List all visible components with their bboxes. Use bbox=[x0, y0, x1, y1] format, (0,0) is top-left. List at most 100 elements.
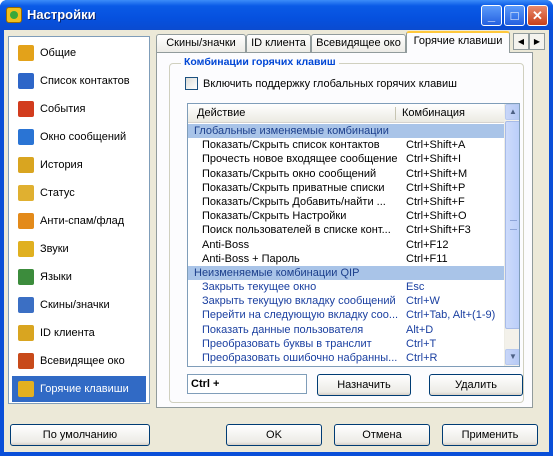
table-row[interactable]: Преобразовать буквы в транслит Ctrl+T bbox=[188, 337, 504, 351]
minimize-button[interactable]: _ bbox=[481, 5, 502, 26]
row-combination: Ctrl+F11 bbox=[406, 252, 448, 265]
contact-list-icon bbox=[18, 73, 34, 89]
row-combination: Ctrl+Shift+O bbox=[406, 210, 467, 223]
row-combination: Ctrl+Shift+F3 bbox=[406, 224, 471, 237]
table-row[interactable]: Anti-Boss Ctrl+F12 bbox=[188, 238, 504, 252]
table-row[interactable]: Преобразовать ошибочно набранны... Ctrl+R bbox=[188, 351, 504, 365]
row-action: Показать/Скрыть окно сообщений bbox=[202, 167, 377, 180]
sidebar-item-label: Общие bbox=[40, 47, 77, 59]
status-icon bbox=[18, 185, 34, 201]
table-row[interactable]: Показать данные пользователя Alt+D bbox=[188, 323, 504, 337]
sidebar-item-label: Всевидящее око bbox=[40, 355, 125, 367]
row-action: Anti-Boss bbox=[202, 238, 250, 251]
tab-scroll-right-icon[interactable]: ▶ bbox=[529, 33, 545, 50]
row-action: Показать/Скрыть Добавить/найти ... bbox=[202, 195, 386, 208]
apply-button[interactable]: Применить bbox=[442, 424, 538, 446]
row-action: Прочесть новое входящее сообщение bbox=[202, 153, 398, 166]
row-combination: Ctrl+Shift+M bbox=[406, 167, 468, 180]
row-combination: Alt+D bbox=[406, 323, 434, 336]
list-group-header[interactable]: Неизменяемые комбинации QIP bbox=[188, 265, 504, 281]
sidebar-item[interactable]: История bbox=[12, 152, 146, 178]
global-hotkeys-option[interactable]: Включить поддержку глобальных горячих кл… bbox=[185, 77, 457, 90]
sidebar-item-label: Окно сообщений bbox=[40, 131, 127, 143]
sidebar-item[interactable]: Список контактов bbox=[12, 68, 146, 94]
table-row[interactable]: Показать/Скрыть список контактов Ctrl+Shi… bbox=[188, 138, 504, 152]
row-action: Неизменяемые комбинации QIP bbox=[194, 266, 360, 279]
column-action[interactable]: Действие bbox=[197, 107, 245, 119]
global-hotkeys-checkbox[interactable] bbox=[185, 77, 198, 90]
table-row[interactable]: Закрыть текущую вкладку сообщений Ctrl+W bbox=[188, 294, 504, 308]
table-row[interactable]: Показать/Скрыть окно сообщений Ctrl+Shift… bbox=[188, 167, 504, 181]
hotkeys-icon bbox=[18, 381, 34, 397]
scroll-down-icon[interactable]: ▼ bbox=[505, 349, 519, 365]
ok-button[interactable]: OK bbox=[226, 424, 322, 446]
table-row[interactable]: Показать/Скрыть Добавить/найти ... Ctrl+S… bbox=[188, 195, 504, 209]
tab-client-id[interactable]: ID клиента bbox=[246, 34, 311, 52]
sidebar-item[interactable]: Языки bbox=[12, 264, 146, 290]
window-title: Настройки bbox=[27, 7, 96, 22]
sidebar-item[interactable]: Всевидящее око bbox=[12, 348, 146, 374]
row-combination: Esc bbox=[406, 281, 425, 294]
scroll-thumb[interactable] bbox=[505, 121, 519, 329]
column-combination[interactable]: Комбинация bbox=[402, 107, 465, 119]
table-row[interactable]: Установить последнее полученное с... Ctrl… bbox=[188, 365, 504, 366]
antispam-icon bbox=[18, 213, 34, 229]
sidebar-item[interactable]: ID клиента bbox=[12, 320, 146, 346]
row-action: Закрыть текущую вкладку сообщений bbox=[202, 295, 396, 308]
row-combination: Ctrl+Shift+A bbox=[406, 139, 466, 152]
sidebar-item[interactable]: Окно сообщений bbox=[12, 124, 146, 150]
sidebar-item-label: Языки bbox=[40, 271, 72, 283]
sidebar-item[interactable]: Горячие клавиши bbox=[12, 376, 146, 402]
list-group-header[interactable]: Глобальные изменяемые комбинации bbox=[188, 124, 504, 139]
defaults-button[interactable]: По умолчанию bbox=[10, 424, 150, 446]
hotkeys-list[interactable]: Действие Комбинация Глобальные изменяемы… bbox=[187, 103, 520, 367]
row-action: Показать/Скрыть приватные списки bbox=[202, 181, 385, 194]
global-hotkeys-label: Включить поддержку глобальных горячих кл… bbox=[203, 77, 457, 90]
hotkey-input[interactable]: Ctrl + bbox=[187, 374, 307, 394]
sidebar-item-label: Горячие клавиши bbox=[40, 383, 129, 395]
tab-hotkeys[interactable]: Горячие клавиши bbox=[406, 31, 510, 53]
maximize-button[interactable]: □ bbox=[504, 5, 525, 26]
row-combination: Ctrl+Q bbox=[406, 365, 502, 366]
sidebar-item[interactable]: События bbox=[12, 96, 146, 122]
table-row[interactable]: Закрыть текущее окно Esc bbox=[188, 280, 504, 294]
history-icon bbox=[18, 157, 34, 173]
table-row[interactable]: Anti-Boss + Пароль Ctrl+F11 bbox=[188, 252, 504, 266]
sidebar-item[interactable]: Анти-спам/флад bbox=[12, 208, 146, 234]
list-scrollbar[interactable]: ▲ ▼ bbox=[504, 104, 519, 366]
hotkeys-panel: Комбинации горячих клавиш Включить подде… bbox=[156, 52, 533, 408]
row-combination: Ctrl+W bbox=[406, 295, 440, 308]
row-combination: Ctrl+F12 bbox=[406, 238, 449, 251]
sidebar-item[interactable]: Статус bbox=[12, 180, 146, 206]
sidebar-item-label: Звуки bbox=[40, 243, 69, 255]
tab-skins[interactable]: Скины/значки bbox=[156, 34, 246, 52]
tab-scroll-left-icon[interactable]: ◀ bbox=[513, 33, 529, 50]
tab-strip: Скины/значки ID клиента Всевидящее око Г… bbox=[152, 30, 549, 53]
sidebar-item[interactable]: Звуки bbox=[12, 236, 146, 262]
general-icon bbox=[18, 45, 34, 61]
sidebar-item[interactable]: Общие bbox=[12, 40, 146, 66]
tab-all-seeing-eye[interactable]: Всевидящее око bbox=[311, 34, 406, 52]
sidebar-item-label: Статус bbox=[40, 187, 75, 199]
skins-icon bbox=[18, 297, 34, 313]
title-bar[interactable]: Настройки _ □ ✕ bbox=[0, 0, 553, 30]
table-row[interactable]: Показать/Скрыть Настройки Ctrl+Shift+O bbox=[188, 209, 504, 223]
sidebar-item-label: Анти-спам/флад bbox=[40, 215, 125, 227]
cancel-button[interactable]: Отмена bbox=[334, 424, 430, 446]
row-action: Показать/Скрыть список контактов bbox=[202, 139, 380, 152]
delete-button[interactable]: Удалить bbox=[429, 374, 523, 396]
events-icon bbox=[18, 101, 34, 117]
table-row[interactable]: Прочесть новое входящее сообщение Ctrl+Sh… bbox=[188, 152, 504, 166]
scroll-up-icon[interactable]: ▲ bbox=[505, 104, 519, 120]
table-row[interactable]: Показать/Скрыть приватные списки Ctrl+Shi… bbox=[188, 181, 504, 195]
close-button[interactable]: ✕ bbox=[527, 5, 548, 26]
assign-button[interactable]: Назначить bbox=[317, 374, 411, 396]
row-combination: Ctrl+Shift+P bbox=[406, 181, 466, 194]
languages-icon bbox=[18, 269, 34, 285]
table-row[interactable]: Перейти на следующую вкладку соо... Ctrl+… bbox=[188, 308, 504, 322]
sidebar-item-label: Список контактов bbox=[40, 75, 130, 87]
all-seeing-eye-icon bbox=[18, 353, 34, 369]
table-row[interactable]: Поиск пользователей в списке конт... Ctrl… bbox=[188, 223, 504, 237]
sidebar-item[interactable]: Скины/значки bbox=[12, 292, 146, 318]
row-action: Anti-Boss + Пароль bbox=[202, 252, 300, 265]
